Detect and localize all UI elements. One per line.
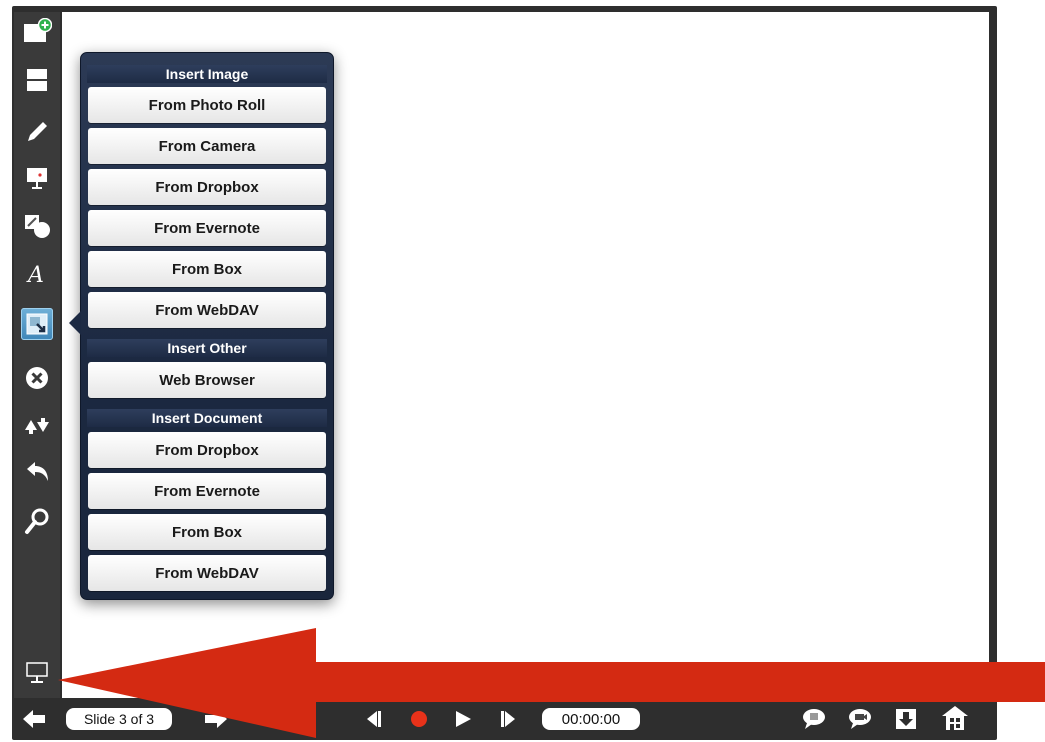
- comment-icon[interactable]: [800, 706, 828, 732]
- left-toolbar: A: [14, 12, 60, 698]
- undo-icon[interactable]: [21, 456, 53, 488]
- insert-image-camera-button[interactable]: From Camera: [88, 128, 326, 164]
- pen-icon[interactable]: [21, 116, 53, 148]
- insert-image-icon[interactable]: [21, 308, 53, 340]
- delete-icon[interactable]: [21, 362, 53, 394]
- insert-document-webdav-button[interactable]: From WebDAV: [88, 555, 326, 591]
- layout-icon[interactable]: [21, 64, 53, 96]
- step-back-icon[interactable]: [362, 708, 384, 730]
- insert-image-box-button[interactable]: From Box: [88, 251, 326, 287]
- insert-document-evernote-button[interactable]: From Evernote: [88, 473, 326, 509]
- projector-icon[interactable]: [21, 658, 53, 690]
- text-icon[interactable]: A: [21, 258, 53, 290]
- presenter-icon[interactable]: [21, 162, 53, 194]
- section-header-insert-other: Insert Other: [87, 339, 327, 357]
- insert-image-evernote-button[interactable]: From Evernote: [88, 210, 326, 246]
- insert-image-dropbox-button[interactable]: From Dropbox: [88, 169, 326, 205]
- zoom-icon[interactable]: [21, 506, 53, 538]
- chat-icon[interactable]: [846, 706, 874, 732]
- insert-image-photo-roll-button[interactable]: From Photo Roll: [88, 87, 326, 123]
- insert-other-web-browser-button[interactable]: Web Browser: [88, 362, 326, 398]
- shapes-icon[interactable]: [21, 210, 53, 242]
- insert-document-box-button[interactable]: From Box: [88, 514, 326, 550]
- swap-icon[interactable]: [21, 410, 53, 442]
- insert-image-webdav-button[interactable]: From WebDAV: [88, 292, 326, 328]
- step-forward-icon[interactable]: [498, 708, 520, 730]
- home-icon[interactable]: [940, 704, 970, 732]
- download-icon[interactable]: [892, 706, 920, 732]
- slide-indicator: Slide 3 of 3: [66, 708, 172, 730]
- section-header-insert-image: Insert Image: [87, 65, 327, 83]
- play-icon[interactable]: [452, 708, 474, 730]
- popover-pointer: [69, 311, 81, 335]
- previous-slide-arrow-icon[interactable]: [20, 706, 48, 732]
- section-header-insert-document: Insert Document: [87, 409, 327, 427]
- add-slide-icon[interactable]: [21, 16, 53, 48]
- insert-document-dropbox-button[interactable]: From Dropbox: [88, 432, 326, 468]
- timer-display: 00:00:00: [542, 708, 640, 730]
- insert-popover: Insert Image From Photo Roll From Camera…: [69, 52, 334, 600]
- svg-text:A: A: [26, 263, 44, 287]
- bottom-bar: Slide 3 of 3 00:00:00: [14, 700, 995, 738]
- record-icon[interactable]: [408, 708, 430, 730]
- next-slide-arrow-icon[interactable]: [202, 706, 230, 732]
